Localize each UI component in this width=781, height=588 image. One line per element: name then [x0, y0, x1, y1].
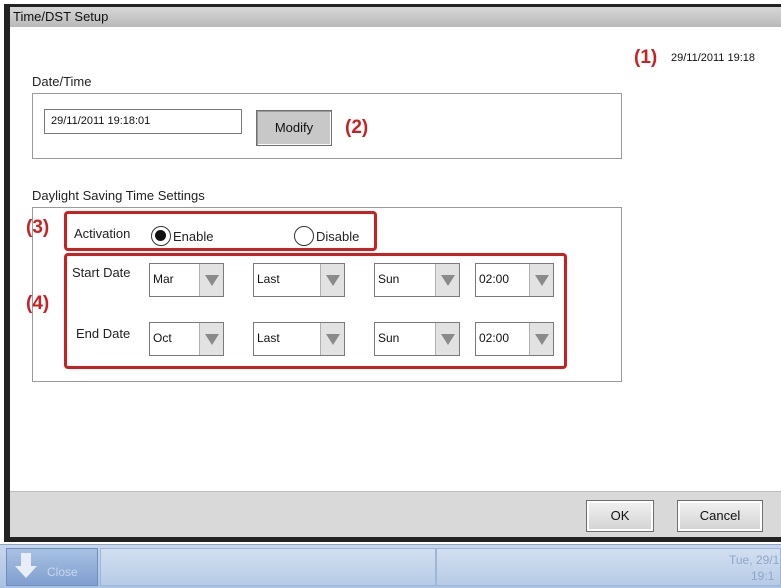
chevron-down-icon	[441, 334, 455, 345]
down-arrow-icon-head	[15, 566, 37, 578]
taskbar-clock-slot: Tue, 29/1 19:1	[436, 548, 781, 586]
window-title: Time/DST Setup	[10, 7, 781, 27]
dst-group-label: Daylight Saving Time Settings	[32, 188, 205, 203]
ok-button[interactable]: OK	[586, 500, 654, 532]
start-week-value: Last	[257, 272, 280, 286]
dropdown-button[interactable]	[529, 264, 553, 296]
modify-button[interactable]: Modify	[256, 110, 332, 146]
chevron-down-icon	[441, 275, 455, 286]
down-arrow-icon	[21, 553, 31, 566]
cancel-button[interactable]: Cancel	[677, 500, 763, 532]
start-time-select[interactable]: 02:00	[475, 263, 554, 297]
taskbar: Close Tue, 29/1 19:1	[0, 544, 781, 588]
close-label: Close	[47, 565, 78, 579]
end-month-value: Oct	[153, 331, 172, 345]
end-day-select[interactable]: Sun	[374, 322, 460, 356]
date-time-field[interactable]: 29/11/2011 19:18:01	[44, 109, 242, 134]
annotation-3: (3)	[26, 217, 50, 238]
annotation-2: (2)	[345, 117, 369, 138]
disable-label: Disable	[316, 229, 360, 244]
dropdown-button[interactable]	[435, 323, 459, 355]
dropdown-button[interactable]	[199, 323, 223, 355]
end-week-select[interactable]: Last	[253, 322, 345, 356]
enable-radio[interactable]	[151, 226, 171, 246]
dropdown-button[interactable]	[529, 323, 553, 355]
start-date-label: Start Date	[72, 265, 131, 280]
start-month-select[interactable]: Mar	[149, 263, 224, 297]
taskbar-date: Tue, 29/1	[729, 553, 780, 567]
chevron-down-icon	[205, 275, 219, 286]
end-week-value: Last	[257, 331, 280, 345]
chevron-down-icon	[326, 275, 340, 286]
dialog-footer	[10, 491, 781, 537]
annotation-1: (1)	[634, 47, 658, 68]
start-week-select[interactable]: Last	[253, 263, 345, 297]
current-datetime: 29/11/2011 19:18	[671, 52, 756, 64]
start-day-select[interactable]: Sun	[374, 263, 460, 297]
start-time-value: 02:00	[479, 272, 510, 286]
date-time-group-label: Date/Time	[32, 74, 92, 89]
taskbar-time: 19:1	[751, 569, 775, 583]
dropdown-button[interactable]	[320, 323, 344, 355]
taskbar-slot	[100, 548, 436, 586]
end-day-value: Sun	[378, 331, 400, 345]
dropdown-button[interactable]	[435, 264, 459, 296]
disable-radio[interactable]	[294, 226, 314, 246]
chevron-down-icon	[535, 275, 549, 286]
dropdown-button[interactable]	[320, 264, 344, 296]
end-date-label: End Date	[76, 326, 131, 341]
end-month-select[interactable]: Oct	[149, 322, 224, 356]
radio-selected-dot	[155, 230, 166, 241]
start-day-value: Sun	[378, 272, 400, 286]
close-button[interactable]: Close	[6, 548, 98, 586]
chevron-down-icon	[205, 334, 219, 345]
chevron-down-icon	[326, 334, 340, 345]
end-time-select[interactable]: 02:00	[475, 322, 554, 356]
enable-label: Enable	[173, 229, 214, 244]
annotation-4: (4)	[26, 293, 50, 314]
activation-label: Activation	[74, 226, 131, 241]
dropdown-button[interactable]	[199, 264, 223, 296]
start-month-value: Mar	[153, 272, 174, 286]
end-time-value: 02:00	[479, 331, 510, 345]
time-dst-setup-screen: Time/DST Setup (1) 29/11/2011 19:18 Date…	[0, 0, 781, 588]
chevron-down-icon	[535, 334, 549, 345]
